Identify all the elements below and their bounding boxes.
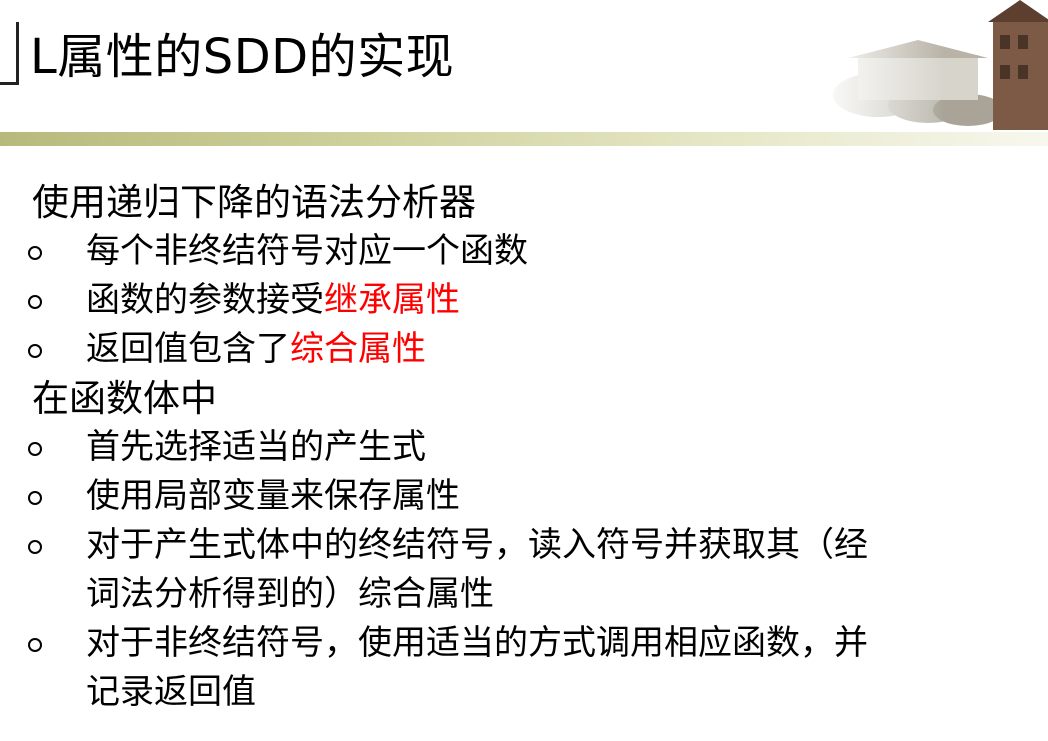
list-item: 对于产生式体中的终结符号，读入符号并获取其（经	[0, 521, 1048, 570]
bullet-icon	[28, 441, 42, 456]
section-heading-function-body: 在函数体中	[32, 377, 217, 420]
campus-tower-illustration	[818, 0, 1048, 132]
bullet-icon	[28, 343, 42, 358]
list-item: 对于非终结符号，使用适当的方式调用相应函数，并	[0, 619, 1048, 668]
list-item: 函数的参数接受继承属性	[0, 276, 1048, 325]
title-divider	[0, 132, 1048, 146]
bullet-icon	[28, 490, 42, 505]
list-item-continuation: 词法分析得到的）综合属性	[86, 574, 494, 614]
page-title: L属性的SDD的实现	[30, 29, 455, 85]
bullet-icon	[28, 637, 42, 652]
list-item-continuation: 记录返回值	[86, 672, 256, 712]
highlight-synthesized-attribute: 综合属性	[290, 329, 426, 369]
section-heading-parser: 使用递归下降的语法分析器	[32, 181, 476, 224]
slide-body: 使用递归下降的语法分析器 每个非终结符号对应一个函数 函数的参数接受继承属性 返…	[0, 178, 1048, 717]
bullet-icon	[28, 294, 42, 309]
list-item: 返回值包含了综合属性	[0, 325, 1048, 374]
bullet-icon	[28, 245, 42, 260]
highlight-inherited-attribute: 继承属性	[324, 280, 460, 320]
bullet-icon	[28, 539, 42, 554]
list-item: 首先选择适当的产生式	[0, 423, 1048, 472]
list-item: 使用局部变量来保存属性	[0, 472, 1048, 521]
title-bracket	[0, 22, 19, 85]
list-item: 每个非终结符号对应一个函数	[0, 227, 1048, 276]
